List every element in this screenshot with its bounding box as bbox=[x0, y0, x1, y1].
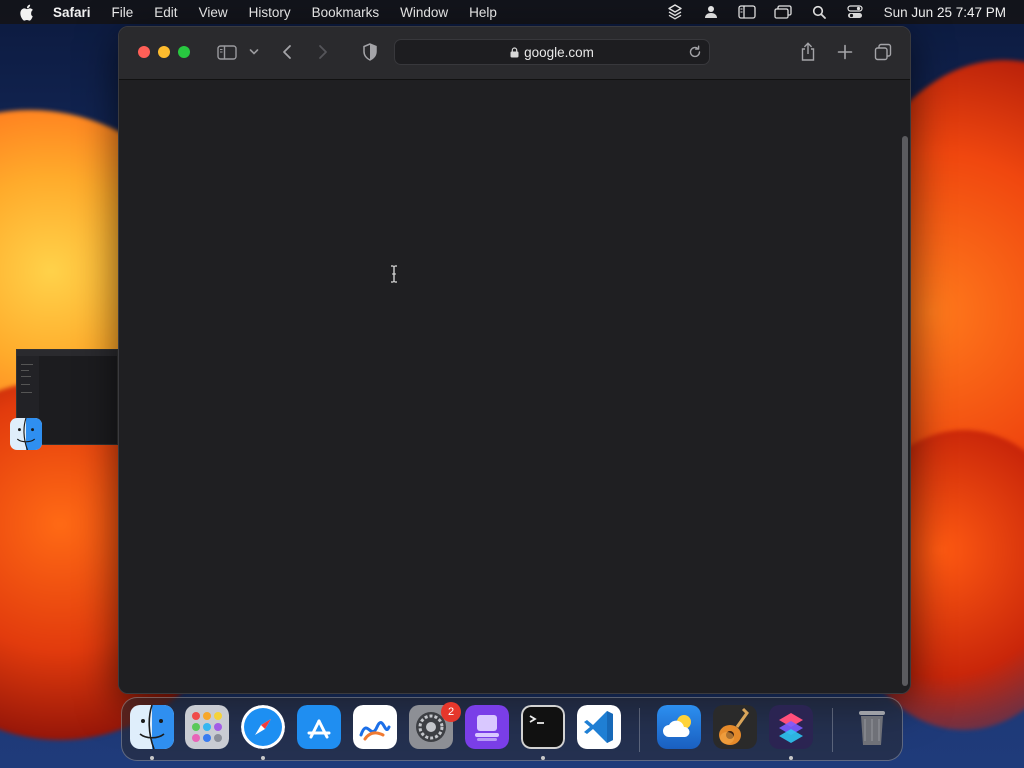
dock-vscode-icon[interactable] bbox=[577, 705, 621, 749]
spotlight-search-icon[interactable] bbox=[810, 4, 828, 20]
dock-finder-icon[interactable] bbox=[130, 705, 174, 749]
minimize-window-button[interactable] bbox=[158, 46, 170, 58]
dock-shortcuts-icon[interactable] bbox=[769, 705, 813, 749]
dock-terminal-icon[interactable] bbox=[521, 705, 565, 749]
dock-weather-icon[interactable] bbox=[657, 705, 701, 749]
back-chevron-icon[interactable] bbox=[279, 41, 295, 63]
text-cursor-icon bbox=[389, 264, 399, 284]
dock-trash-icon[interactable] bbox=[850, 705, 894, 749]
safari-toolbar: google.com bbox=[119, 27, 910, 80]
dock-launchpad-icon[interactable] bbox=[185, 705, 229, 749]
reload-icon[interactable] bbox=[687, 44, 703, 60]
dock-separator bbox=[639, 708, 640, 752]
menu-bar: Safari File Edit View History Bookmarks … bbox=[0, 0, 1024, 24]
terminal-running-indicator bbox=[541, 756, 545, 760]
finder-running-indicator bbox=[150, 756, 154, 760]
dock-garageband-icon[interactable] bbox=[713, 705, 757, 749]
apple-menu-icon[interactable] bbox=[19, 4, 35, 21]
menu-help[interactable]: Help bbox=[469, 5, 497, 20]
screen-mirroring-icon[interactable] bbox=[774, 4, 792, 20]
tab-group-chevron-down-icon[interactable] bbox=[248, 41, 260, 63]
privacy-shield-icon[interactable] bbox=[361, 41, 379, 63]
dock-separator bbox=[832, 708, 833, 752]
safari-window: google.com bbox=[118, 26, 911, 694]
tab-overview-icon[interactable] bbox=[873, 41, 893, 63]
control-center-icon[interactable] bbox=[846, 4, 864, 20]
share-icon[interactable] bbox=[799, 41, 817, 63]
menu-view[interactable]: View bbox=[199, 5, 228, 20]
new-tab-plus-icon[interactable] bbox=[836, 41, 854, 63]
menu-history[interactable]: History bbox=[249, 5, 291, 20]
shortcuts-running-indicator bbox=[789, 756, 793, 760]
url-text: google.com bbox=[524, 45, 594, 60]
dock-apple-configurator-icon[interactable] bbox=[465, 705, 509, 749]
notification-badge: 2 bbox=[441, 702, 461, 722]
finder-icon[interactable] bbox=[10, 418, 42, 450]
dock: 2 bbox=[121, 697, 903, 761]
dock-safari-icon[interactable] bbox=[241, 705, 285, 749]
menu-window[interactable]: Window bbox=[400, 5, 448, 20]
menu-bookmarks[interactable]: Bookmarks bbox=[312, 5, 380, 20]
menu-app-name[interactable]: Safari bbox=[53, 5, 91, 20]
web-content-area[interactable] bbox=[119, 80, 910, 693]
dock-app-store-icon[interactable] bbox=[297, 705, 341, 749]
control-list-status-icon[interactable] bbox=[738, 4, 756, 20]
layers-status-icon[interactable] bbox=[666, 4, 684, 20]
sidebar-toggle-icon[interactable] bbox=[216, 41, 238, 63]
lock-icon bbox=[510, 46, 519, 61]
close-window-button[interactable] bbox=[138, 46, 150, 58]
zoom-window-button[interactable] bbox=[178, 46, 190, 58]
address-bar[interactable]: google.com bbox=[394, 39, 710, 65]
menu-edit[interactable]: Edit bbox=[154, 5, 177, 20]
safari-running-indicator bbox=[261, 756, 265, 760]
vertical-scrollbar[interactable] bbox=[902, 136, 908, 686]
user-status-icon[interactable] bbox=[702, 4, 720, 20]
menu-file[interactable]: File bbox=[112, 5, 134, 20]
forward-chevron-icon[interactable] bbox=[315, 41, 331, 63]
dock-system-settings-icon[interactable]: 2 bbox=[409, 702, 461, 749]
menubar-clock[interactable]: Sun Jun 25 7:47 PM bbox=[884, 5, 1006, 20]
dock-freeform-icon[interactable] bbox=[353, 705, 397, 749]
